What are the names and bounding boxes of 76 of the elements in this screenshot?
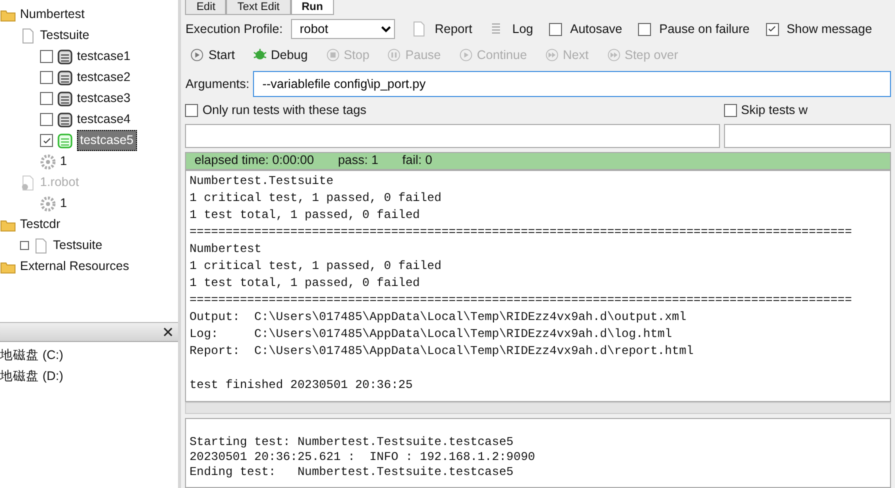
output-line: Output: C:\Users\017485\AppData\Local\Temp\RIDEzz4vx9ah.d\output.xml [189, 308, 688, 326]
output-line: Log: C:\Users\017485\AppData\Local\Temp\RIDEzz4vx9ah.d\log.html [189, 326, 673, 343]
checkbox-label: Only run tests with these tags [202, 102, 366, 119]
document-icon [20, 174, 36, 190]
check-icon [767, 24, 778, 34]
checkbox-label: Pause on failure [659, 20, 750, 38]
gear-icon [40, 154, 56, 170]
output-line: 1 test total, 1 passed, 0 failed [189, 274, 421, 292]
stop-icon [326, 48, 340, 62]
checkbox[interactable] [766, 22, 779, 36]
fast-forward-icon [606, 48, 621, 62]
checkbox[interactable] [549, 22, 562, 36]
profile-dropdown[interactable]: robot [290, 19, 395, 39]
checkbox[interactable] [40, 134, 53, 147]
drive-item[interactable]: 地磁盘 (C:) [0, 346, 178, 367]
tree-item[interactable]: Numbertest [20, 5, 85, 24]
checkbox[interactable] [40, 50, 53, 63]
checkbox[interactable] [185, 104, 198, 117]
output-line: test finished 20230501 20:36:25 [189, 376, 414, 394]
tree-item[interactable]: testcase5 [77, 130, 137, 151]
pause-icon [387, 48, 402, 62]
checkbox-label: Show message [786, 20, 872, 38]
checkbox[interactable] [40, 92, 53, 105]
log-line: Ending test: Numbertest.Testsuite.testcase5 [189, 464, 514, 480]
document-icon [33, 238, 49, 254]
play-icon [190, 48, 204, 62]
collapse-toggle[interactable] [20, 241, 29, 250]
document-icon [20, 28, 36, 44]
output-line: ============================================================================================ [189, 224, 853, 241]
tree-item[interactable]: Testcdr [20, 215, 60, 234]
tree-item[interactable]: testcase1 [77, 47, 131, 66]
horizontal-scrollbar[interactable] [185, 402, 891, 414]
gear-icon [40, 196, 56, 212]
output-line: 1 critical test, 1 passed, 0 failed [189, 258, 442, 275]
play-icon [458, 48, 473, 62]
tab[interactable]: Text Edit [226, 0, 291, 15]
log-line: Starting test: Numbertest.Testsuite.testcase5 [189, 434, 514, 450]
bug-icon [252, 48, 267, 62]
status-text: pass: 1 [338, 152, 378, 170]
status-text: fail: 0 [402, 152, 432, 170]
run-button[interactable]: Debug [252, 44, 309, 66]
output-line: Numbertest [189, 240, 262, 258]
run-button[interactable]: Start [189, 44, 236, 66]
tree-item[interactable]: External Resources [20, 257, 130, 276]
tree-item[interactable]: testcase4 [77, 110, 131, 129]
checkbox-label: Autosave [570, 20, 622, 38]
arguments-field[interactable]: --variablefile config\ip_port.py [253, 71, 891, 97]
tags-field[interactable] [724, 124, 891, 148]
document-icon [410, 21, 427, 37]
tree-item[interactable]: testcase3 [77, 89, 131, 108]
log-line: 20230501 20:36:25.621 : INFO : 192.168.1.2:9090 [189, 450, 536, 465]
fast-forward-icon [544, 48, 559, 62]
profile-label: Execution Profile: [185, 20, 283, 38]
output-line: Report: C:\Users\017485\AppData\Local\Temp\RIDEzz4vx9ah.d\report.html [189, 342, 695, 360]
checkbox[interactable] [724, 104, 737, 117]
toolbar-button[interactable]: Report [434, 20, 472, 38]
status-text: elapsed time: 0:00:00 [194, 152, 314, 170]
check-icon [42, 136, 52, 146]
tree-item[interactable]: Testsuite [53, 236, 102, 255]
toolbar-button[interactable]: Log [512, 20, 534, 38]
tab[interactable]: Edit [185, 0, 226, 15]
tree-item[interactable]: 1 [60, 152, 67, 171]
checkbox-label: Skip tests w [741, 102, 808, 119]
drive-item[interactable]: 地磁盘 (D:) [0, 367, 178, 388]
tree-item[interactable]: testcase2 [77, 68, 131, 87]
output-line: 1 test total, 1 passed, 0 failed [189, 206, 421, 224]
tab[interactable]: Run [290, 0, 334, 15]
output-line: ============================================================================================ [189, 292, 853, 309]
tree-item[interactable]: Testsuite [40, 26, 90, 45]
checkbox[interactable] [40, 71, 53, 84]
output-line: Numbertest.Testsuite [189, 172, 334, 190]
arguments-label: Arguments: [185, 76, 250, 93]
checkbox[interactable] [638, 22, 652, 36]
output-line: 1 critical test, 1 passed, 0 failed [189, 190, 442, 207]
tags-field[interactable] [185, 124, 720, 148]
checkbox[interactable] [40, 113, 53, 126]
